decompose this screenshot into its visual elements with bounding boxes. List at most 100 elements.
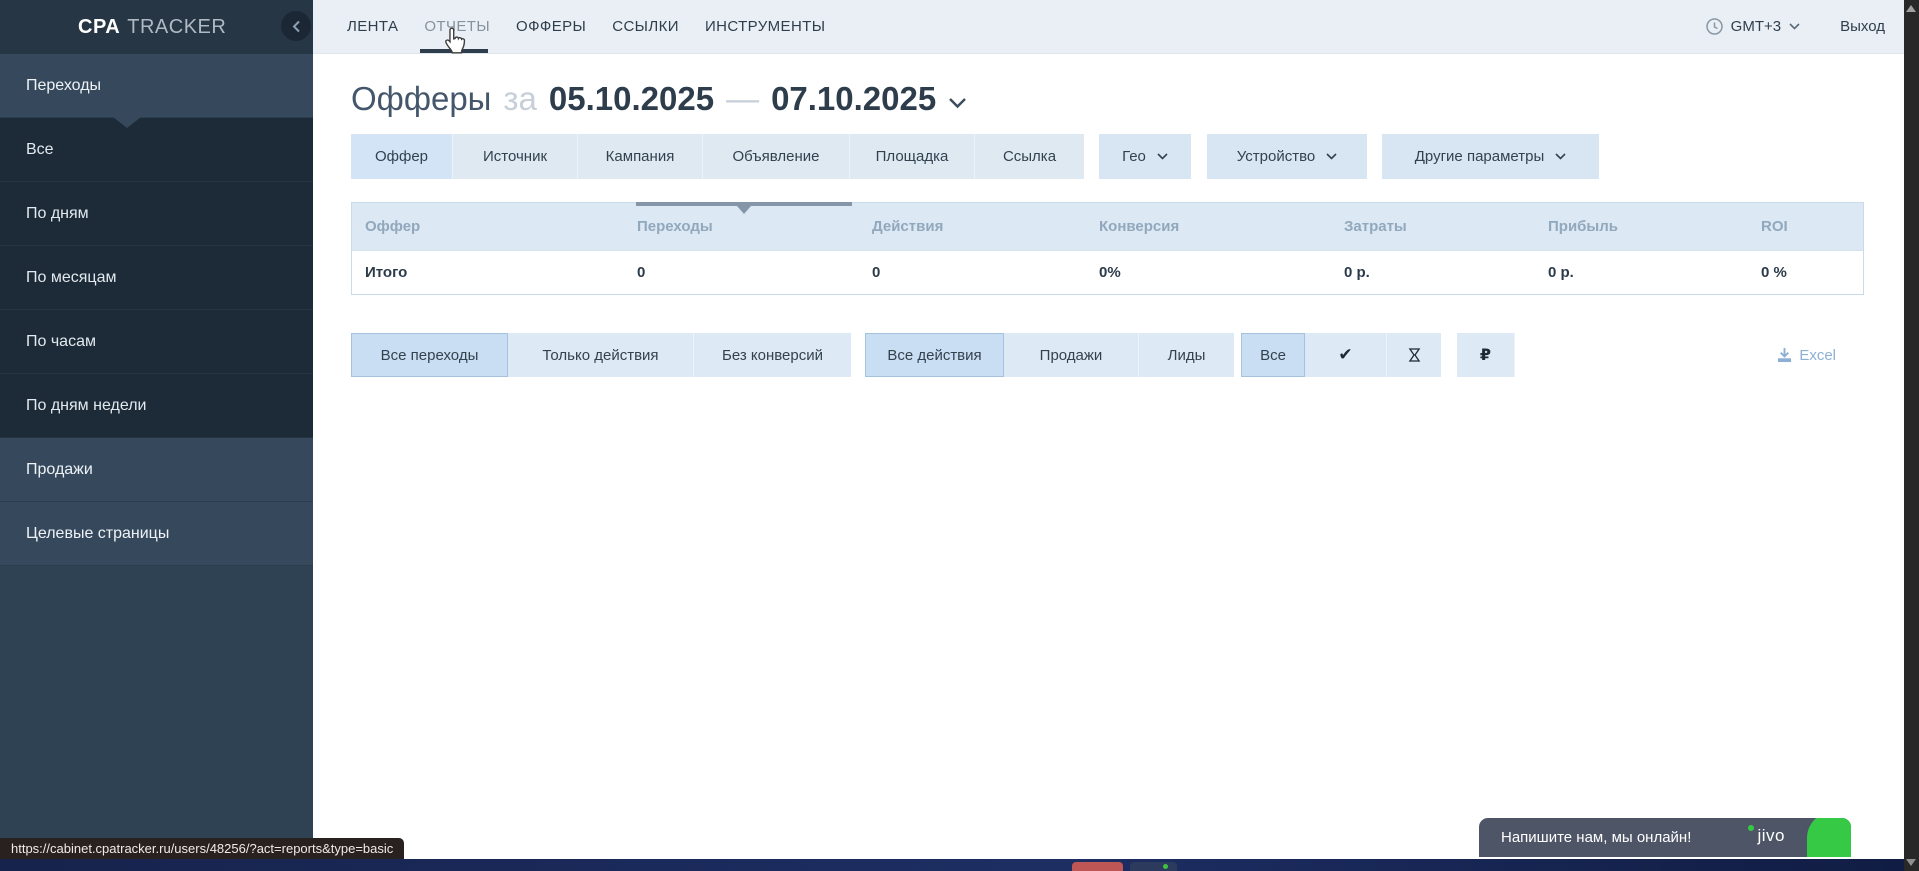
filter-row: Все переходы Только действия Без конверс… bbox=[351, 333, 1864, 377]
date-to[interactable]: 07.10.2025 bbox=[771, 80, 936, 118]
sidebar-item-perehody[interactable]: Переходы bbox=[0, 54, 313, 118]
device-dropdown[interactable]: Устройство bbox=[1207, 134, 1367, 179]
filter-vse-perehody[interactable]: Все переходы bbox=[351, 333, 508, 377]
filter-bez-konversiy[interactable]: Без конверсий bbox=[694, 333, 851, 377]
logo-bold: CPA bbox=[78, 16, 120, 39]
sidebar-item-celevye-stranicy[interactable]: Целевые страницы bbox=[0, 502, 313, 566]
tab-otchety[interactable]: ОТЧЕТЫ bbox=[424, 18, 490, 35]
sidebar-item-label: Переходы bbox=[26, 77, 101, 95]
browser-scrollbar[interactable] bbox=[1904, 0, 1919, 871]
browser-status-bar: https://cabinet.cpatracker.ru/users/4825… bbox=[0, 838, 404, 859]
sidebar-collapse-button[interactable] bbox=[281, 11, 311, 41]
top-navigation: ЛЕНТА ОТЧЕТЫ ОФФЕРЫ ССЫЛКИ ИНСТРУМЕНТЫ bbox=[313, 0, 1904, 53]
chevron-down-icon bbox=[1555, 153, 1566, 160]
date-chevron-down-icon[interactable] bbox=[948, 97, 967, 109]
filter-currency-ruble[interactable]: ₽ bbox=[1457, 333, 1515, 377]
filter-status-pending[interactable] bbox=[1387, 333, 1441, 377]
totals-zatraty: 0 р. bbox=[1331, 264, 1535, 281]
geo-dropdown[interactable]: Гео bbox=[1099, 134, 1191, 179]
column-header-offer[interactable]: Оффер bbox=[352, 218, 624, 235]
sidebar-item-vse[interactable]: Все bbox=[0, 118, 313, 182]
filter-status-vse[interactable]: Все bbox=[1241, 333, 1305, 377]
page-title: Офферы за 05.10.2025 — 07.10.2025 bbox=[351, 80, 967, 118]
logo[interactable]: CPA TRACKER bbox=[0, 0, 313, 54]
sidebar-item-po-mesyacam[interactable]: По месяцам bbox=[0, 246, 313, 310]
filter-prodazhi[interactable]: Продажи bbox=[1004, 333, 1139, 377]
tab-ssylki[interactable]: ССЫЛКИ bbox=[612, 18, 679, 35]
status-url: https://cabinet.cpatracker.ru/users/4825… bbox=[11, 841, 393, 856]
date-dash: — bbox=[726, 80, 759, 118]
scroll-down-arrow-icon[interactable] bbox=[1906, 859, 1916, 866]
column-header-roi[interactable]: ROI bbox=[1748, 218, 1865, 235]
sidebar-item-po-dnyam[interactable]: По дням bbox=[0, 182, 313, 246]
chevron-left-icon bbox=[292, 20, 301, 33]
jivo-chat-widget[interactable]: Напишите нам, мы онлайн! jivo bbox=[1479, 818, 1851, 857]
sidebar-empty-area bbox=[0, 566, 313, 871]
app-window: CPA TRACKER Переходы Все По дням По меся… bbox=[0, 0, 1919, 871]
download-icon bbox=[1777, 347, 1792, 363]
timezone-label: GMT+3 bbox=[1731, 18, 1781, 35]
report-title: Офферы bbox=[351, 80, 491, 118]
dimension-tab-ploshchadka[interactable]: Площадка bbox=[850, 134, 975, 179]
dimension-tabs: Оффер Источник Кампания Объявление Площа… bbox=[351, 134, 1599, 179]
dimension-tab-ssylka[interactable]: Ссылка bbox=[975, 134, 1084, 179]
tab-offery[interactable]: ОФФЕРЫ bbox=[516, 18, 586, 35]
scroll-up-arrow-icon[interactable] bbox=[1906, 5, 1916, 12]
sidebar-item-label: По дням bbox=[26, 205, 89, 223]
report-preposition: за bbox=[503, 80, 536, 118]
column-header-konversiya[interactable]: Конверсия bbox=[1086, 218, 1331, 235]
date-from[interactable]: 05.10.2025 bbox=[549, 80, 714, 118]
logout-link[interactable]: Выход bbox=[1840, 18, 1885, 35]
column-header-deystviya[interactable]: Действия bbox=[859, 218, 1086, 235]
dimension-tab-kampaniya[interactable]: Кампания bbox=[578, 134, 703, 179]
column-header-zatraty[interactable]: Затраты bbox=[1331, 218, 1535, 235]
topbar-right: GMT+3 Выход bbox=[1706, 0, 1885, 53]
active-section-pointer bbox=[113, 117, 141, 128]
report-table: Оффер Переходы Действия Конверсия Затрат… bbox=[351, 202, 1864, 295]
filter-lidy[interactable]: Лиды bbox=[1139, 333, 1234, 377]
table-header-row: Оффер Переходы Действия Конверсия Затрат… bbox=[352, 203, 1863, 250]
sidebar-item-label: Целевые страницы bbox=[26, 525, 169, 543]
jivo-logo: jivo bbox=[1757, 826, 1785, 846]
geo-dropdown-label: Гео bbox=[1122, 148, 1146, 165]
column-header-pribyl[interactable]: Прибыль bbox=[1535, 218, 1748, 235]
column-header-perehody[interactable]: Переходы bbox=[624, 218, 859, 235]
tab-lenta[interactable]: ЛЕНТА bbox=[347, 18, 398, 35]
topbar: ЛЕНТА ОТЧЕТЫ ОФФЕРЫ ССЫЛКИ ИНСТРУМЕНТЫ G… bbox=[313, 0, 1904, 54]
main-content: Офферы за 05.10.2025 — 07.10.2025 Оффер … bbox=[313, 54, 1904, 857]
sidebar-item-label: По месяцам bbox=[26, 269, 116, 287]
jivo-green-dot-icon bbox=[1748, 825, 1754, 831]
totals-konversiya: 0% bbox=[1086, 264, 1331, 281]
timezone-selector[interactable]: GMT+3 bbox=[1706, 18, 1800, 35]
other-params-dropdown-label: Другие параметры bbox=[1415, 148, 1545, 165]
tab-instrumenty[interactable]: ИНСТРУМЕНТЫ bbox=[705, 18, 826, 35]
check-icon: ✔ bbox=[1338, 345, 1352, 365]
excel-export-link[interactable]: Excel bbox=[1777, 347, 1836, 364]
device-dropdown-label: Устройство bbox=[1237, 148, 1315, 165]
dimension-tab-offer[interactable]: Оффер bbox=[351, 134, 453, 179]
sidebar-item-po-dnyam-nedeli[interactable]: По дням недели bbox=[0, 374, 313, 438]
filter-status-approved[interactable]: ✔ bbox=[1305, 333, 1387, 377]
other-params-dropdown[interactable]: Другие параметры bbox=[1382, 134, 1599, 179]
taskbar-item-dark[interactable] bbox=[1130, 862, 1177, 871]
sidebar-item-prodazhi[interactable]: Продажи bbox=[0, 438, 313, 502]
sidebar-item-po-chasam[interactable]: По часам bbox=[0, 310, 313, 374]
dimension-tab-istochnik[interactable]: Источник bbox=[453, 134, 578, 179]
taskbar-item-red[interactable] bbox=[1072, 862, 1123, 871]
filter-vse-deystviya[interactable]: Все действия bbox=[865, 333, 1004, 377]
filter-tolko-deystviya[interactable]: Только действия bbox=[508, 333, 694, 377]
ruble-icon: ₽ bbox=[1480, 345, 1491, 365]
totals-pribyl: 0 р. bbox=[1535, 264, 1748, 281]
totals-label: Итого bbox=[352, 264, 624, 281]
chevron-down-icon bbox=[1157, 153, 1168, 160]
dimension-tab-obyavlenie[interactable]: Объявление bbox=[703, 134, 850, 179]
taskbar-green-dot-icon bbox=[1163, 864, 1168, 869]
clock-icon bbox=[1706, 18, 1723, 35]
sort-indicator-arrow-icon bbox=[737, 206, 751, 214]
hourglass-icon bbox=[1406, 345, 1423, 365]
logo-rest: TRACKER bbox=[127, 16, 226, 39]
excel-label: Excel bbox=[1799, 347, 1836, 364]
chat-message: Напишите нам, мы онлайн! bbox=[1479, 829, 1691, 846]
taskbar-edge bbox=[0, 859, 1919, 871]
totals-deystviya: 0 bbox=[859, 264, 1086, 281]
